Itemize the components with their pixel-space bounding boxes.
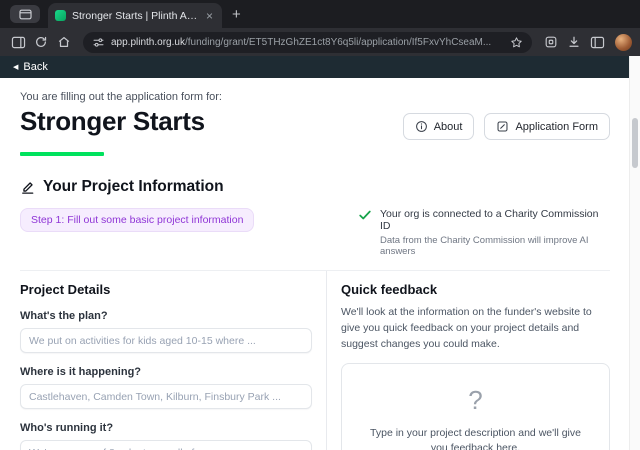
back-label: Back (23, 61, 47, 73)
application-form-label: Application Form (515, 121, 598, 133)
reload-icon[interactable] (31, 32, 51, 52)
page-header: ◀ Back (0, 56, 640, 78)
field-label-plan: What's the plan? (20, 310, 312, 322)
location-input[interactable] (20, 384, 312, 409)
web-page: ◀ Back You are filling out the applicati… (0, 56, 640, 450)
page-scrollbar[interactable] (629, 56, 640, 450)
feedback-empty-state: ? Type in your project description and w… (341, 363, 610, 450)
edit-pencil-icon (20, 180, 35, 195)
back-arrow-icon: ◀ (13, 64, 18, 71)
tab-title: Stronger Starts | Plinth AI Gra (72, 10, 198, 22)
address-bar[interactable]: app.plinth.org.uk/funding/grant/ET5THzGh… (83, 32, 532, 53)
charity-connection-status: Your org is connected to a Charity Commi… (358, 208, 610, 257)
connection-subtitle: Data from the Charity Commission will im… (380, 235, 610, 257)
project-details-column: Project Details What's the plan? Where i… (20, 271, 326, 450)
download-icon[interactable] (564, 32, 584, 52)
feedback-empty-text: Type in your project description and we'… (368, 426, 583, 450)
about-label: About (434, 121, 463, 133)
quick-feedback-title: Quick feedback (341, 282, 610, 297)
url-path: /funding/grant/ET5THzGhZE1ct8Y6q5li/appl… (185, 37, 491, 48)
quick-feedback-description: We'll look at the information on the fun… (341, 305, 610, 352)
section-title: Your Project Information (43, 178, 224, 196)
site-favicon (55, 10, 66, 21)
browser-toolbar: app.plinth.org.uk/funding/grant/ET5THzGh… (0, 28, 640, 56)
url-domain: app.plinth.org.uk (111, 37, 185, 48)
project-details-title: Project Details (20, 282, 312, 297)
browser-window: Stronger Starts | Plinth AI Gra × + app.… (0, 0, 640, 450)
form-columns: Project Details What's the plan? Where i… (20, 270, 610, 450)
page-title: Stronger Starts (20, 106, 205, 137)
question-mark-icon: ? (468, 387, 482, 413)
back-button[interactable]: ◀ Back (13, 61, 48, 73)
team-input[interactable] (20, 440, 312, 450)
quick-feedback-column: Quick feedback We'll look at the informa… (326, 271, 610, 450)
tab-close-icon[interactable]: × (204, 9, 215, 23)
step-badge: Step 1: Fill out some basic project info… (20, 208, 254, 232)
application-form-button[interactable]: Application Form (484, 113, 610, 140)
home-icon[interactable] (54, 32, 74, 52)
profile-avatar[interactable] (615, 34, 632, 51)
side-panel-toggle-icon[interactable] (8, 32, 28, 52)
tab-search-button[interactable] (10, 5, 40, 23)
url-text: app.plinth.org.uk/funding/grant/ET5THzGh… (111, 37, 504, 48)
info-icon (415, 120, 428, 133)
form-icon (496, 120, 509, 133)
window-icon (19, 9, 32, 20)
field-label-team: Who's running it? (20, 422, 312, 434)
page-body: You are filling out the application form… (0, 78, 640, 450)
scrollbar-thumb[interactable] (632, 118, 638, 168)
intro-text: You are filling out the application form… (20, 91, 610, 103)
plan-input[interactable] (20, 328, 312, 353)
title-accent-underline (20, 152, 104, 156)
site-settings-icon[interactable] (92, 36, 105, 49)
new-tab-button[interactable]: + (232, 7, 241, 22)
field-label-location: Where is it happening? (20, 366, 312, 378)
browser-tab[interactable]: Stronger Starts | Plinth AI Gra × (48, 3, 222, 28)
extensions-icon[interactable] (541, 32, 561, 52)
side-panel-icon[interactable] (587, 32, 607, 52)
about-button[interactable]: About (403, 113, 475, 140)
browser-tab-strip: Stronger Starts | Plinth AI Gra × + (0, 0, 640, 28)
bookmark-star-icon[interactable] (510, 36, 523, 49)
connection-title: Your org is connected to a Charity Commi… (380, 208, 610, 232)
check-icon (358, 208, 372, 257)
